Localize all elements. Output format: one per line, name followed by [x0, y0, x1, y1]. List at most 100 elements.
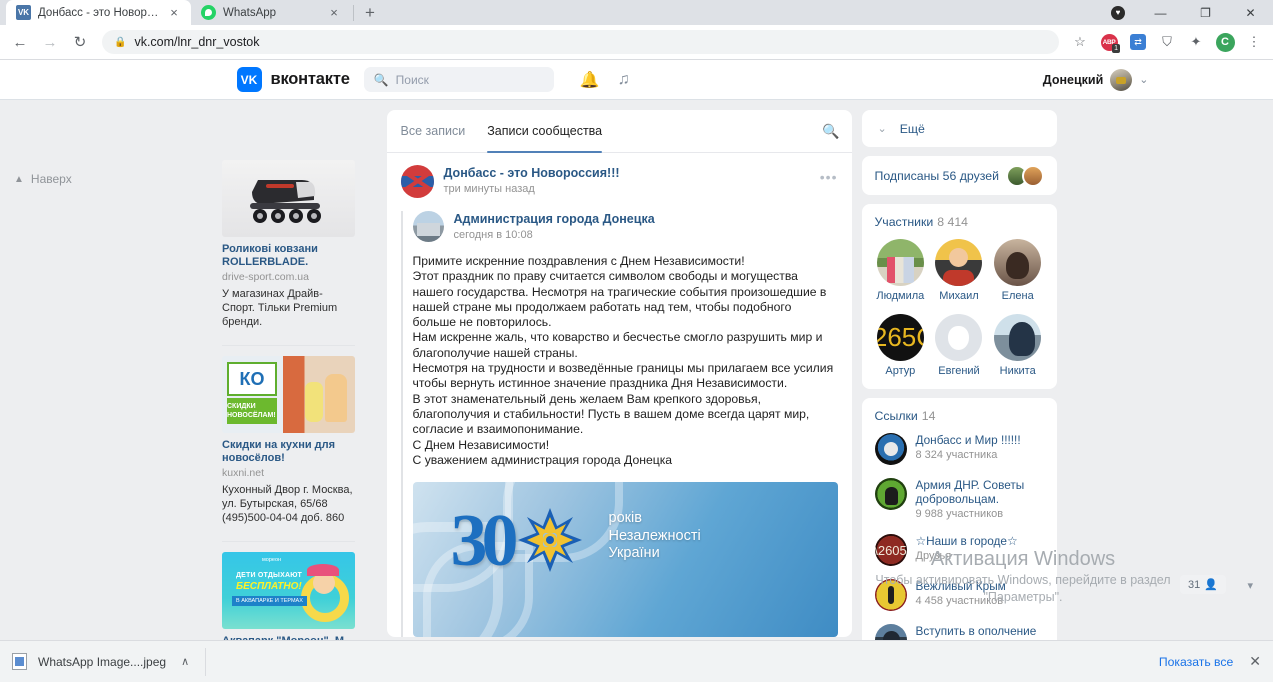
feed-search-icon[interactable]: 🔍	[822, 123, 839, 140]
members-count: 8 414	[937, 215, 968, 229]
chevron-up-icon[interactable]: ∧	[181, 655, 189, 668]
show-all-downloads-link[interactable]: Показать все	[1159, 655, 1233, 669]
bell-icon[interactable]: 🔔	[580, 70, 600, 90]
new-tab-button[interactable]: +	[356, 0, 384, 25]
address-bar[interactable]: 🔒 vk.com/lnr_dnr_vostok	[102, 30, 1059, 54]
member-name: Михаил	[933, 290, 985, 302]
links-title: Ссылки	[875, 409, 918, 423]
link-item[interactable]: ☆Наши в городе☆ Друзья	[875, 534, 1044, 566]
link-subtitle: Друзья	[916, 550, 1018, 563]
heart-badge-icon[interactable]: ♥	[1098, 6, 1138, 20]
close-window-button[interactable]: ✕	[1228, 0, 1273, 25]
shield-icon[interactable]: ⛉	[1154, 29, 1180, 55]
more-button[interactable]: ⌄ Ещё	[862, 110, 1057, 147]
tab-all-posts[interactable]: Все записи	[401, 110, 466, 153]
chrome-menu-icon[interactable]: ⋮	[1241, 29, 1267, 55]
tab-close-icon[interactable]: ×	[326, 5, 342, 21]
translate-extension-icon[interactable]: ⇄	[1125, 29, 1151, 55]
subscribed-friends-label: Подписаны 56 друзей	[875, 169, 999, 183]
member-item[interactable]: Елена	[992, 239, 1044, 302]
lock-icon: 🔒	[114, 37, 126, 48]
tab-title: WhatsApp	[223, 7, 319, 19]
link-subtitle: 9 988 участников	[916, 508, 1044, 521]
avatar	[875, 579, 907, 611]
back-icon[interactable]: ←	[6, 28, 34, 56]
link-item[interactable]: Донбасс и Мир !!!!!! 8 324 участника	[875, 433, 1044, 465]
tab-community-posts[interactable]: Записи сообщества	[487, 110, 602, 153]
post-timestamp: три минуты назад	[444, 183, 620, 195]
vk-logo[interactable]: VK вконтакте	[237, 67, 350, 92]
chevron-down-icon[interactable]: ▾	[1247, 579, 1253, 592]
repost-author-name[interactable]: Администрация города Донецка	[454, 211, 655, 227]
chevron-down-icon[interactable]: ⌄	[1139, 73, 1148, 86]
tab-close-icon[interactable]: ×	[166, 5, 182, 21]
search-placeholder: Поиск	[396, 73, 429, 87]
close-download-bar-icon[interactable]: ✕	[1249, 653, 1261, 670]
minimize-button[interactable]: —	[1138, 0, 1183, 25]
subscribed-friends-card[interactable]: Подписаны 56 друзей	[862, 156, 1057, 195]
download-bar: WhatsApp Image....jpeg ∧ Показать все ✕	[0, 640, 1273, 682]
link-title: Вежливый Крым	[916, 579, 1006, 593]
member-name: Людмила	[875, 290, 927, 302]
browser-tab-whatsapp[interactable]: WhatsApp ×	[191, 0, 351, 25]
member-name: Евгений	[933, 365, 985, 377]
feed-column: Все записи Записи сообщества 🔍 Донбасс -…	[387, 110, 852, 637]
post-author-name[interactable]: Донбасс - это Новороссия!!!	[444, 165, 620, 181]
vk-search-input[interactable]: 🔍 Поиск	[364, 67, 554, 92]
links-header[interactable]: Ссылки14	[875, 409, 1044, 423]
maximize-button[interactable]: ❐	[1183, 0, 1228, 25]
avatar	[1022, 165, 1044, 187]
avatar	[994, 239, 1041, 286]
friend-avatars	[1006, 165, 1044, 187]
post-image-caption: років Незалежності України	[609, 510, 701, 563]
member-item[interactable]: Людмила	[875, 239, 927, 302]
post-more-options-icon[interactable]: •••	[820, 169, 838, 185]
music-icon[interactable]: ♫	[618, 71, 630, 89]
post-author-avatar[interactable]	[401, 165, 434, 198]
tab-strip: VK Донбасс - это Новороссия!!! × WhatsAp…	[0, 0, 1273, 25]
repost-author-avatar[interactable]	[413, 211, 444, 242]
reposted-content: Администрация города Донецка сегодня в 1…	[401, 211, 838, 637]
window-controls: ♥ — ❐ ✕	[1098, 0, 1273, 25]
repost-timestamp: сегодня в 10:08	[454, 229, 655, 241]
online-count-badge[interactable]: 31 👤	[1180, 575, 1226, 594]
member-item[interactable]: Евгений	[933, 314, 985, 377]
member-item[interactable]: Артур	[875, 314, 927, 377]
adblock-badge: 1	[1112, 44, 1120, 53]
bookmark-star-icon[interactable]: ☆	[1067, 29, 1093, 55]
members-header[interactable]: Участники8 414	[875, 215, 1044, 229]
adblock-icon[interactable]: ABP 1	[1096, 29, 1122, 55]
toolbar-icons: ☆ ABP 1 ⇄ ⛉ ✦ C ⋮	[1067, 29, 1267, 55]
flower-illustration	[516, 506, 584, 574]
download-item[interactable]: WhatsApp Image....jpeg ∧	[12, 648, 206, 676]
browser-tab-vk[interactable]: VK Донбасс - это Новороссия!!! ×	[6, 0, 191, 25]
whatsapp-favicon-icon	[201, 5, 216, 20]
avatar	[875, 534, 907, 566]
members-grid: Людмила Михаил Елена	[875, 239, 1044, 377]
link-title: Армия ДНР. Советы добровольцам.	[916, 478, 1044, 506]
browser-window: VK Донбасс - это Новороссия!!! × WhatsAp…	[0, 0, 1273, 682]
link-item[interactable]: Вступить в ополчение »	[875, 624, 1044, 640]
extensions-puzzle-icon[interactable]: ✦	[1183, 29, 1209, 55]
file-icon	[12, 653, 27, 670]
avatar	[877, 239, 924, 286]
avatar	[875, 478, 907, 510]
link-subtitle: 4 458 участников	[916, 595, 1006, 608]
vk-user-menu[interactable]: Донецкий ⌄	[1043, 69, 1149, 91]
vk-user-name: Донецкий	[1043, 73, 1104, 87]
link-item[interactable]: Армия ДНР. Советы добровольцам. 9 988 уч…	[875, 478, 1044, 521]
post-image-number: 30	[451, 504, 513, 578]
link-title: Донбасс и Мир !!!!!!	[916, 433, 1021, 447]
member-item[interactable]: Михаил	[933, 239, 985, 302]
member-item[interactable]: Никита	[992, 314, 1044, 377]
back-to-top-button[interactable]: ▲ Наверх	[14, 172, 72, 186]
profile-avatar[interactable]: C	[1212, 29, 1238, 55]
link-item[interactable]: Вежливый Крым 4 458 участников	[875, 579, 1044, 611]
post-image[interactable]: 30	[413, 482, 838, 637]
link-title: Вступить в ополчение »	[916, 624, 1044, 640]
forward-icon[interactable]: →	[36, 28, 64, 56]
reload-icon[interactable]: ↻	[66, 28, 94, 56]
member-name: Никита	[992, 365, 1044, 377]
members-card: Участники8 414 Людмила Михаил	[862, 204, 1057, 389]
vk-content: Все записи Записи сообщества 🔍 Донбасс -…	[217, 110, 1057, 637]
